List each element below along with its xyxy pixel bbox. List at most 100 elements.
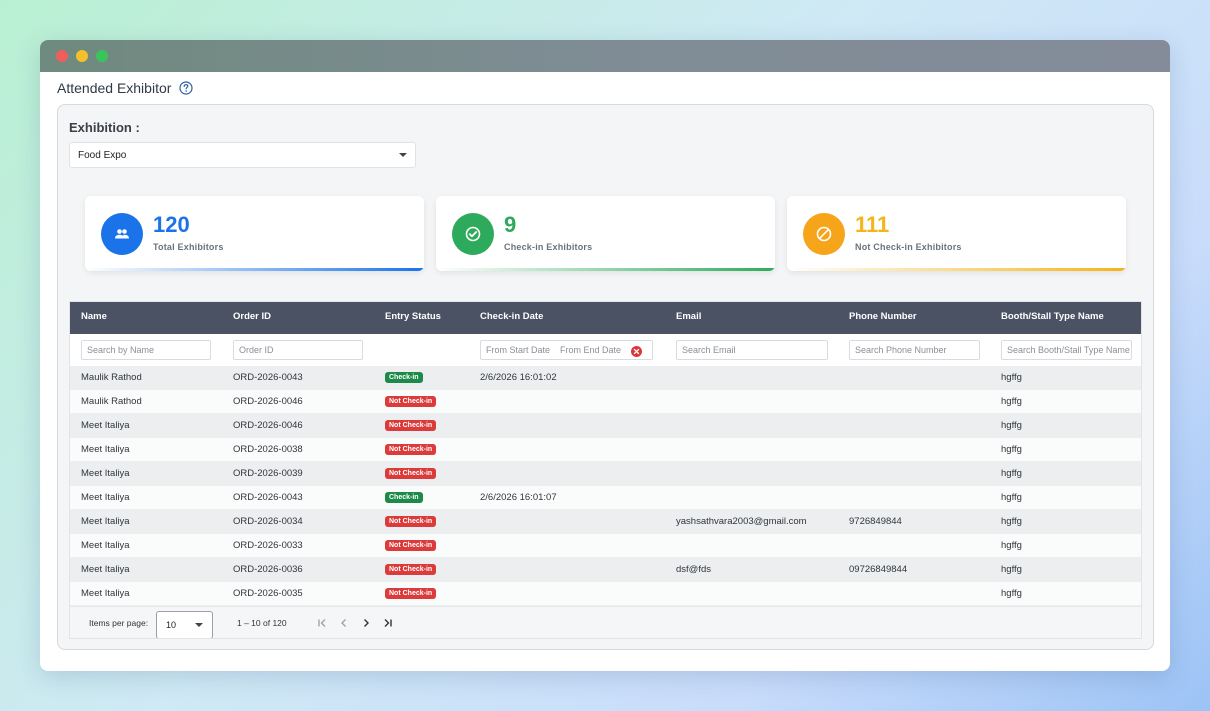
check-circle-icon [452, 213, 494, 255]
cell-phone: 9726849844 [849, 516, 902, 527]
cell-name: Meet Italiya [81, 540, 130, 551]
cell-entry-status: Not Check-in [385, 390, 437, 414]
cell-booth: hgffg [1001, 468, 1022, 479]
page-size-value: 10 [166, 620, 177, 630]
stat-card-not-checkin: 111 Not Check-in Exhibitors [787, 196, 1126, 271]
cell-name: Meet Italiya [81, 516, 130, 527]
question-circle-icon[interactable] [179, 81, 194, 95]
cell-order-id: ORD-2026-0046 [233, 420, 303, 431]
exhibition-label: Exhibition : [69, 120, 140, 135]
chevron-down-icon [399, 153, 407, 157]
last-page-icon[interactable] [381, 615, 395, 631]
search-email-input[interactable]: Search Email [676, 340, 828, 360]
status-badge: Not Check-in [385, 539, 437, 551]
cell-order-id: ORD-2026-0035 [233, 588, 303, 599]
cell-entry-status: Not Check-in [385, 462, 437, 486]
status-badge: Not Check-in [385, 419, 437, 431]
stat-card-checkin: 9 Check-in Exhibitors [436, 196, 775, 271]
cell-booth: hgffg [1001, 492, 1022, 503]
exhibition-select[interactable]: Food Expo [69, 142, 416, 168]
cell-booth: hgffg [1001, 396, 1022, 407]
cell-email: yashsathvara2003@gmail.com [676, 516, 807, 527]
column-header-name[interactable]: Name [81, 302, 107, 334]
cell-order-id: ORD-2026-0038 [233, 444, 303, 455]
next-page-icon[interactable] [359, 615, 373, 631]
cell-booth: hgffg [1001, 420, 1022, 431]
status-badge: Not Check-in [385, 515, 437, 527]
column-header-booth[interactable]: Booth/Stall Type Name [1001, 302, 1104, 334]
cell-order-id: ORD-2026-0036 [233, 564, 303, 575]
exhibitor-table: Name Order ID Entry Status Check-in Date… [69, 301, 1142, 639]
first-page-icon[interactable] [315, 615, 329, 631]
table-row[interactable]: Meet Italiya ORD-2026-0043 Check-in 2/6/202… [70, 486, 1141, 510]
table-row[interactable]: Meet Italiya ORD-2026-0039 Not Check-in hgf… [70, 462, 1141, 486]
stat-total-value: 120 [153, 212, 190, 237]
maximize-window-button[interactable] [96, 50, 108, 62]
cell-booth: hgffg [1001, 540, 1022, 551]
table-header: Name Order ID Entry Status Check-in Date… [70, 302, 1141, 334]
stat-total-label: Total Exhibitors [153, 242, 224, 252]
status-badge: Not Check-in [385, 467, 437, 479]
cell-entry-status: Not Check-in [385, 510, 437, 534]
minimize-window-button[interactable] [76, 50, 88, 62]
table-row[interactable]: Meet Italiya ORD-2026-0046 Not Check-in hgf… [70, 414, 1141, 438]
end-date-input[interactable]: From End Date [560, 341, 621, 359]
table-row[interactable]: Maulik Rathod ORD-2026-0043 Check-in 2/6/20… [70, 366, 1141, 390]
column-header-email[interactable]: Email [676, 302, 701, 334]
page-size-select[interactable]: 10 [156, 611, 213, 638]
cell-entry-status: Not Check-in [385, 534, 437, 558]
status-badge: Not Check-in [385, 563, 437, 575]
previous-page-icon[interactable] [337, 615, 351, 631]
cell-entry-status: Not Check-in [385, 582, 437, 606]
clear-icon[interactable] [631, 345, 643, 357]
cell-booth: hgffg [1001, 516, 1022, 527]
column-header-phone[interactable]: Phone Number [849, 302, 917, 334]
cell-checkin-date: 2/6/2026 16:01:02 [480, 372, 557, 383]
cell-order-id: ORD-2026-0046 [233, 396, 303, 407]
exhibition-select-value: Food Expo [78, 149, 127, 161]
cell-entry-status: Check-in [385, 486, 423, 510]
stat-checkin-value: 9 [504, 212, 517, 237]
stat-checkin-accent [436, 268, 775, 271]
cell-booth: hgffg [1001, 564, 1022, 575]
cell-name: Meet Italiya [81, 564, 130, 575]
search-booth-input[interactable]: Search Booth/Stall Type Name [1001, 340, 1132, 360]
column-header-entry-status[interactable]: Entry Status [385, 302, 441, 334]
cell-order-id: ORD-2026-0034 [233, 516, 303, 527]
cell-order-id: ORD-2026-0043 [233, 492, 303, 503]
start-date-input[interactable]: From Start Date [486, 341, 550, 359]
table-row[interactable]: Meet Italiya ORD-2026-0036 Not Check-in dsf… [70, 558, 1141, 582]
filter-row: Search by Name Order ID From Start Date … [70, 334, 1141, 366]
status-badge: Check-in [385, 491, 423, 503]
table-row[interactable]: Meet Italiya ORD-2026-0034 Not Check-in yas… [70, 510, 1141, 534]
page-range-label: 1 – 10 of 120 [237, 618, 287, 628]
cell-entry-status: Check-in [385, 366, 423, 390]
status-badge: Not Check-in [385, 395, 437, 407]
search-phone-input[interactable]: Search Phone Number [849, 340, 980, 360]
table-row[interactable]: Meet Italiya ORD-2026-0035 Not Check-in hgf… [70, 582, 1141, 606]
stat-not-checkin-value: 111 [855, 212, 890, 237]
status-badge: Not Check-in [385, 443, 437, 455]
cell-order-id: ORD-2026-0043 [233, 372, 303, 383]
stat-not-checkin-label: Not Check-in Exhibitors [855, 242, 962, 252]
cell-name: Maulik Rathod [81, 372, 142, 383]
cell-name: Meet Italiya [81, 492, 130, 503]
cell-phone: 09726849844 [849, 564, 908, 575]
paginator: Items per page: 10 1 – 10 of 120 [70, 606, 1141, 638]
column-header-order-id[interactable]: Order ID [233, 302, 271, 334]
search-order-input[interactable]: Order ID [233, 340, 363, 360]
cell-entry-status: Not Check-in [385, 438, 437, 462]
app-window: Attended Exhibitor Exhibition : Food Exp… [40, 40, 1170, 671]
column-header-checkin-date[interactable]: Check-in Date [480, 302, 543, 334]
close-window-button[interactable] [56, 50, 68, 62]
cell-checkin-date: 2/6/2026 16:01:07 [480, 492, 557, 503]
table-body: Maulik Rathod ORD-2026-0043 Check-in 2/6/20… [70, 366, 1141, 606]
search-name-input[interactable]: Search by Name [81, 340, 211, 360]
date-range-input[interactable]: From Start Date From End Date [480, 340, 653, 360]
table-row[interactable]: Meet Italiya ORD-2026-0038 Not Check-in hgf… [70, 438, 1141, 462]
cell-name: Meet Italiya [81, 588, 130, 599]
table-row[interactable]: Meet Italiya ORD-2026-0033 Not Check-in hgf… [70, 534, 1141, 558]
table-row[interactable]: Maulik Rathod ORD-2026-0046 Not Check-in hg… [70, 390, 1141, 414]
cell-name: Maulik Rathod [81, 396, 142, 407]
block-icon [803, 213, 845, 255]
